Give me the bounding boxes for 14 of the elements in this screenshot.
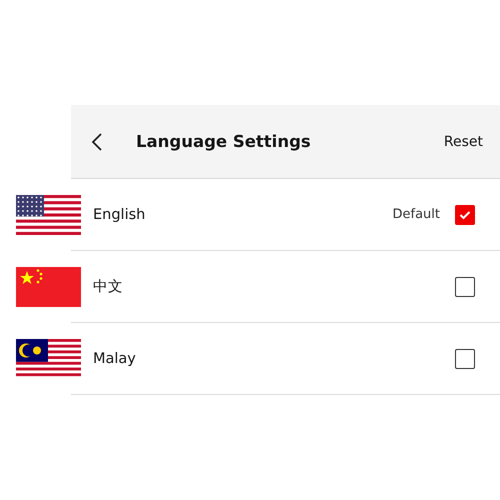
flag-icon [16,266,81,306]
reset-button[interactable]: Reset [444,134,483,150]
checkmark-icon [459,210,471,220]
page-title: Language Settings [136,132,312,151]
default-label: Default [392,207,440,222]
checkbox[interactable] [455,204,475,224]
language-name: 中文 [93,278,124,296]
flag-icon [16,338,81,378]
language-name: English [93,206,146,222]
back-icon [91,132,103,150]
language-name: Malay [93,350,137,366]
checkbox[interactable] [455,348,475,368]
checkbox[interactable] [455,276,475,296]
flag-icon [16,194,81,234]
